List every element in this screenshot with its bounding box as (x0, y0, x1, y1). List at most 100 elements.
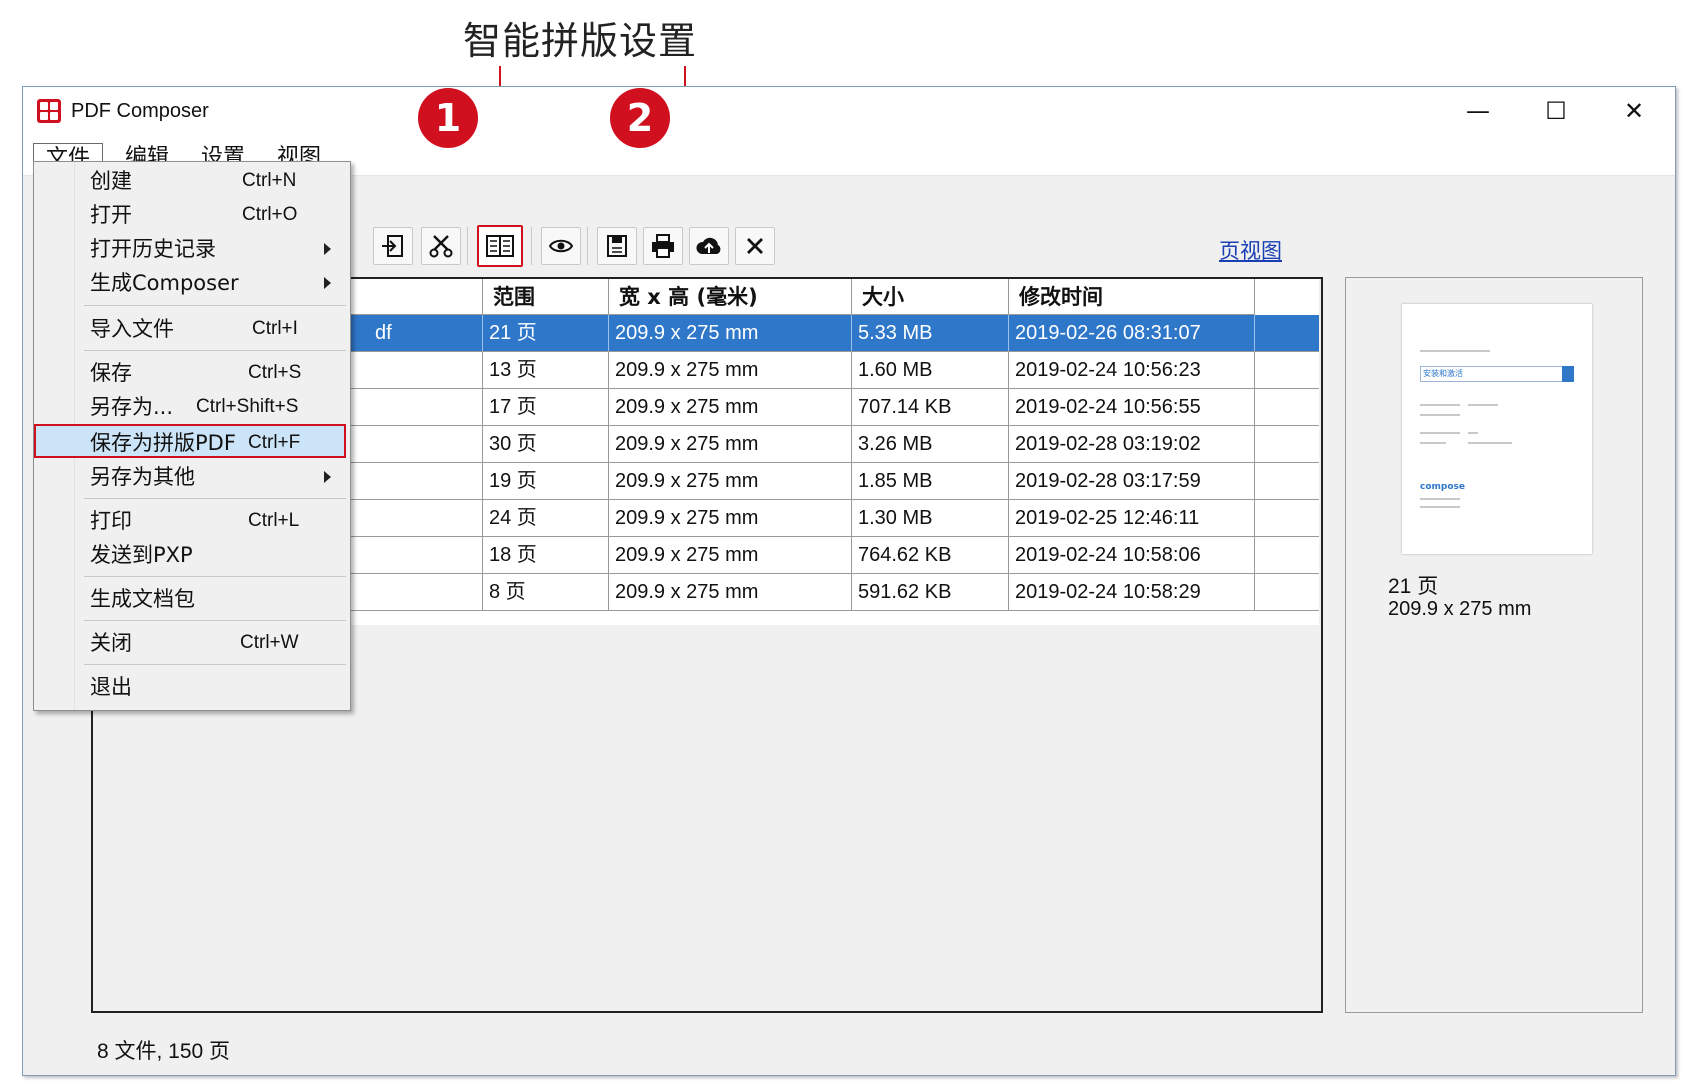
page-view-link[interactable]: 页视图 (1219, 235, 1282, 265)
menu-item-exit[interactable]: 退出 (34, 670, 350, 704)
cell-modified: 2019-02-28 03:17:59 (1009, 463, 1255, 499)
cell-modified: 2019-02-28 03:19:02 (1009, 426, 1255, 462)
menu-item-label: 打开 (90, 203, 132, 227)
file-menu-dropdown: 创建 Ctrl+N 打开 Ctrl+O 打开历史记录 生成Composer 导入… (33, 161, 351, 711)
eye-icon (548, 239, 574, 253)
submenu-arrow-icon (324, 471, 331, 483)
thumbnail-heading-box: 安装和激活 (1420, 366, 1574, 382)
imposition-icon (486, 235, 514, 257)
cell-size: 707.14 KB (852, 389, 1009, 425)
preview-page-size: 209.9 x 275 mm (1388, 598, 1532, 620)
menu-item-label: 生成文档包 (90, 587, 195, 611)
cell-dimensions: 209.9 x 275 mm (609, 500, 852, 536)
menu-item-import[interactable]: 导入文件 Ctrl+I (34, 312, 350, 346)
menu-item-label: 保存 (90, 361, 132, 385)
cell-dimensions: 209.9 x 275 mm (609, 426, 852, 462)
page-thumbnail[interactable]: 安装和激活 compose (1402, 304, 1592, 554)
menu-separator (84, 305, 346, 306)
window-title: PDF Composer (71, 100, 209, 122)
submenu-arrow-icon (324, 277, 331, 289)
menu-item-label: 退出 (90, 675, 132, 699)
close-button[interactable]: ✕ (1595, 87, 1673, 135)
menu-item-save-as-other[interactable]: 另存为其他 (34, 460, 350, 494)
menu-item-generate-composer[interactable]: 生成Composer (34, 266, 350, 300)
cell-modified: 2019-02-24 10:56:55 (1009, 389, 1255, 425)
cell-size: 1.85 MB (852, 463, 1009, 499)
status-summary: 8 文件, 150 页 (97, 1040, 231, 1063)
menu-item-create[interactable]: 创建 Ctrl+N (34, 164, 350, 198)
cell-modified: 2019-02-25 12:46:11 (1009, 500, 1255, 536)
thumbnail-brand: compose (1420, 482, 1465, 492)
submenu-arrow-icon (324, 243, 331, 255)
menu-item-label: 导入文件 (90, 317, 174, 341)
cell-dimensions: 209.9 x 275 mm (609, 537, 852, 573)
menu-separator (84, 576, 346, 577)
upload-button[interactable] (689, 227, 729, 265)
cell-range: 18 页 (483, 537, 609, 573)
cell-range: 17 页 (483, 389, 609, 425)
preview-button[interactable] (541, 227, 581, 265)
menu-item-shortcut: Ctrl+N (242, 170, 297, 191)
remove-button[interactable] (735, 227, 775, 265)
cell-size: 3.26 MB (852, 426, 1009, 462)
app-logo-icon (37, 99, 61, 123)
column-header-range[interactable]: 范围 (483, 279, 609, 315)
page-preview-panel: 安装和激活 compose 21 页 209.9 x 275 mm (1345, 277, 1643, 1013)
delete-icon (747, 238, 763, 254)
app-window: PDF Composer — ☐ ✕ 文件 编辑 设置 视图 页视图 范围 宽 … (22, 86, 1676, 1076)
import-icon (382, 235, 403, 257)
save-button[interactable] (597, 227, 637, 265)
menu-item-send-to-pxp[interactable]: 发送到PXP (34, 538, 350, 572)
menu-separator (84, 498, 346, 499)
imposition-button[interactable] (477, 225, 523, 267)
menu-item-save[interactable]: 保存 Ctrl+S (34, 356, 350, 390)
import-button[interactable] (373, 227, 413, 265)
cell-range: 30 页 (483, 426, 609, 462)
menu-item-label: 创建 (90, 169, 132, 193)
menu-item-open[interactable]: 打开 Ctrl+O (34, 198, 350, 232)
cell-dimensions: 209.9 x 275 mm (609, 574, 852, 610)
print-button[interactable] (643, 227, 683, 265)
cell-size: 591.62 KB (852, 574, 1009, 610)
preview-page-count: 21 页 (1388, 575, 1439, 598)
title-bar: PDF Composer — ☐ ✕ (23, 87, 1675, 139)
menu-item-open-history[interactable]: 打开历史记录 (34, 232, 350, 266)
cell-modified: 2019-02-24 10:58:06 (1009, 537, 1255, 573)
menu-item-shortcut: Ctrl+Shift+S (196, 396, 299, 417)
cell-range: 13 页 (483, 352, 609, 388)
minimize-button[interactable]: — (1439, 87, 1517, 135)
menu-item-label: 保存为拼版PDF (90, 431, 236, 455)
maximize-button[interactable]: ☐ (1517, 87, 1595, 135)
cell-dimensions: 209.9 x 275 mm (609, 463, 852, 499)
cell-dimensions: 209.9 x 275 mm (609, 389, 852, 425)
cell-range: 8 页 (483, 574, 609, 610)
toolbar-separator (587, 227, 588, 265)
menu-item-label: 另存为其他 (90, 465, 195, 489)
menu-item-save-imposed-pdf[interactable]: 保存为拼版PDF Ctrl+F (34, 424, 346, 458)
annotation-title: 智能拼版设置 (463, 19, 698, 63)
upload-icon (696, 237, 721, 254)
thumbnail-heading-text: 安装和激活 (1423, 369, 1463, 378)
menu-item-print[interactable]: 打印 Ctrl+L (34, 504, 350, 538)
cell-size: 1.60 MB (852, 352, 1009, 388)
print-icon (652, 234, 674, 258)
cell-dimensions: 209.9 x 275 mm (609, 315, 852, 351)
menu-item-shortcut: Ctrl+O (242, 204, 298, 225)
cut-button[interactable] (421, 227, 461, 265)
menu-item-generate-package[interactable]: 生成文档包 (34, 582, 350, 616)
menu-item-shortcut: Ctrl+L (248, 510, 300, 531)
cell-dimensions: 209.9 x 275 mm (609, 352, 852, 388)
step-badge-2: 2 (610, 88, 670, 148)
menu-separator (84, 620, 346, 621)
menu-item-shortcut: Ctrl+F (248, 432, 301, 453)
toolbar-separator (531, 227, 532, 265)
column-header-size[interactable]: 大小 (852, 279, 1009, 315)
column-header-dimensions[interactable]: 宽 x 高 (毫米) (609, 279, 852, 315)
menu-item-save-as[interactable]: 另存为... Ctrl+Shift+S (34, 390, 350, 424)
menu-item-close[interactable]: 关闭 Ctrl+W (34, 626, 350, 660)
cell-modified: 2019-02-24 10:56:23 (1009, 352, 1255, 388)
column-header-modified[interactable]: 修改时间 (1009, 279, 1255, 315)
menu-item-shortcut: Ctrl+W (240, 632, 299, 653)
cell-size: 1.30 MB (852, 500, 1009, 536)
menu-item-label: 发送到PXP (90, 543, 193, 567)
